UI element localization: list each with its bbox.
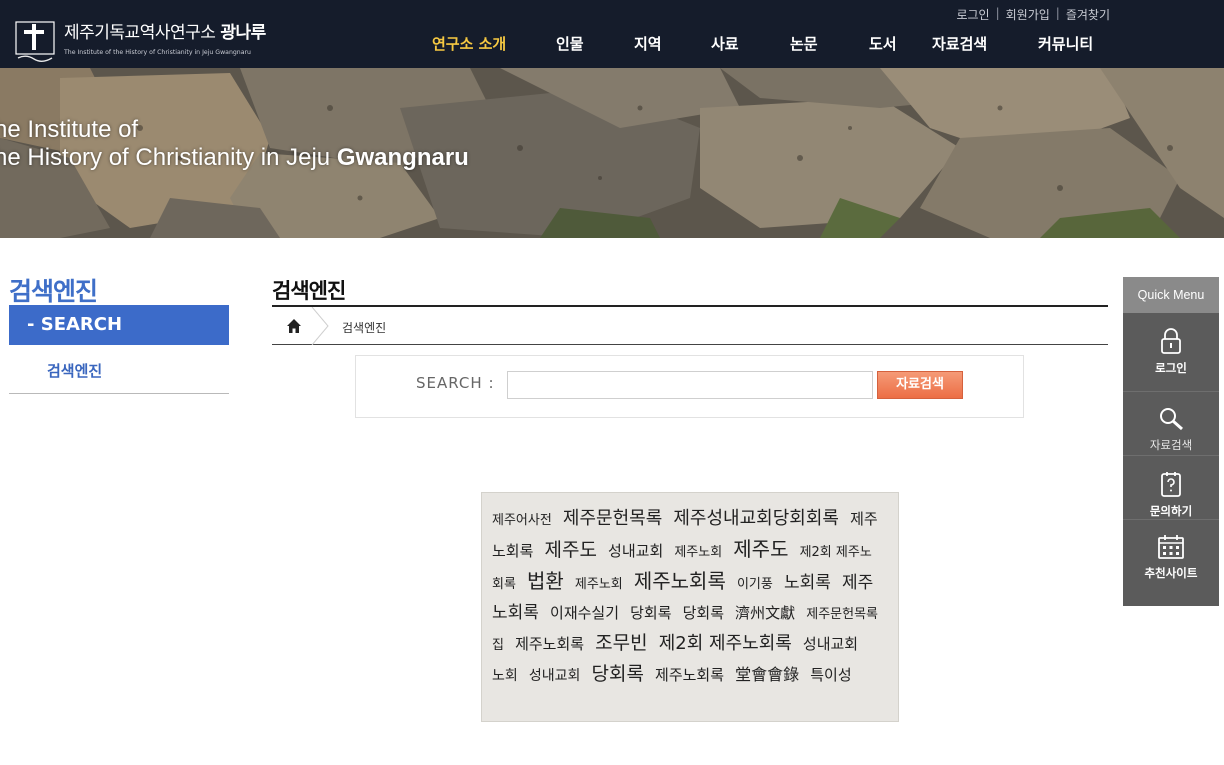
- tag-link[interactable]: 이재수실기: [550, 604, 619, 622]
- tag-cloud: 제주어사전 제주문헌목록 제주성내교회당회회록 제주노회록 제주도 성내교회 제…: [481, 492, 899, 722]
- tag-link[interactable]: 제주노회: [575, 577, 623, 592]
- search-button[interactable]: 자료검색: [877, 371, 963, 399]
- tag-link[interactable]: 조무빈: [595, 632, 647, 654]
- divider: |: [1055, 6, 1060, 20]
- tag-link[interactable]: 노회록: [784, 573, 831, 593]
- tag-link[interactable]: 성내교회: [529, 668, 581, 684]
- tag-link[interactable]: 제주문헌목록: [563, 508, 662, 529]
- tag-link[interactable]: 노회: [492, 668, 518, 684]
- breadcrumb: 검색엔진: [272, 305, 1108, 345]
- signup-link[interactable]: 회원가입: [1006, 6, 1050, 23]
- tag-link[interactable]: 제주도: [545, 539, 597, 561]
- tag-link[interactable]: 濟州文獻: [735, 604, 795, 622]
- tag-link[interactable]: 이기풍: [737, 577, 773, 592]
- tag-link[interactable]: 특이성: [810, 666, 851, 684]
- tag-link[interactable]: 성내교회: [608, 542, 663, 560]
- nav-community[interactable]: 커뮤니티: [1038, 33, 1093, 54]
- tag-link[interactable]: 법환: [527, 569, 564, 593]
- tag-link[interactable]: 제주도: [733, 537, 788, 561]
- quick-recommend[interactable]: 추천사이트: [1123, 519, 1219, 583]
- nav-region[interactable]: 지역: [634, 33, 711, 54]
- logo-subtitle: The Institute of the History of Christia…: [64, 49, 251, 56]
- tag-link[interactable]: 당회록: [591, 663, 643, 685]
- quick-inquiry-label: 문의하기: [1149, 504, 1193, 518]
- quick-login-label: 로그인: [1155, 361, 1187, 375]
- calendar-icon: [1158, 535, 1184, 559]
- nav-papers[interactable]: 논문: [790, 33, 869, 54]
- utility-links: 로그인 | 회원가입 | 즐겨찾기: [956, 6, 1110, 23]
- tag-link[interactable]: 堂會會錄: [735, 665, 799, 684]
- lnb-title: 검색엔진: [9, 277, 98, 306]
- banner-headline: he Institute of he History of Christiani…: [0, 116, 469, 171]
- logo-title: 제주기독교역사연구소 광나루: [64, 23, 266, 43]
- login-link[interactable]: 로그인: [956, 6, 989, 23]
- cross-logo-icon: [12, 18, 58, 64]
- nav-people[interactable]: 인물: [556, 33, 634, 54]
- tag-link[interactable]: 제2회 제주노회록: [659, 633, 792, 654]
- page-title: 검색엔진: [272, 279, 346, 303]
- lnb-item-search-engine[interactable]: 검색엔진: [9, 352, 229, 394]
- quick-inquiry[interactable]: 문의하기: [1123, 455, 1219, 519]
- search-input[interactable]: [507, 371, 873, 399]
- tag-link[interactable]: 당회록: [630, 604, 671, 622]
- quick-menu-title: Quick Menu: [1123, 277, 1219, 313]
- question-note-icon: [1161, 472, 1181, 497]
- home-icon[interactable]: [286, 318, 302, 334]
- search-label: SEARCH :: [416, 374, 495, 392]
- tag-link[interactable]: 당회록: [683, 604, 724, 622]
- lock-icon: [1161, 328, 1181, 354]
- nav-data-search[interactable]: 자료검색: [932, 33, 1038, 54]
- nav-records[interactable]: 사료: [711, 33, 790, 54]
- hero-banner: he Institute of he History of Christiani…: [0, 68, 1224, 238]
- nav-about[interactable]: 연구소 소개: [432, 33, 556, 54]
- site-header: 제주기독교역사연구소 광나루 The Institute of the Hist…: [0, 0, 1224, 68]
- tag-link[interactable]: 성내교회: [803, 635, 858, 653]
- tag-link[interactable]: 제주노회록: [634, 569, 726, 593]
- quick-login[interactable]: 로그인: [1123, 327, 1219, 391]
- tag-link[interactable]: 제주어사전: [492, 513, 552, 528]
- lnb-section-search[interactable]: - SEARCH: [9, 305, 229, 345]
- quick-search-label: 자료검색: [1149, 438, 1193, 452]
- nav-books[interactable]: 도서: [869, 33, 932, 54]
- divider: |: [995, 6, 1000, 20]
- tag-link[interactable]: 제주성내교회당회회록: [673, 508, 839, 529]
- tag-link[interactable]: 제주노회록: [655, 666, 724, 684]
- quick-search[interactable]: 자료검색: [1123, 391, 1219, 455]
- main-nav: 연구소 소개 인물 지역 사료 논문 도서 자료검색 커뮤니티: [432, 33, 1093, 54]
- search-icon: [1160, 408, 1183, 431]
- site-logo[interactable]: 제주기독교역사연구소 광나루 The Institute of the Hist…: [12, 18, 266, 64]
- breadcrumb-separator-icon: [311, 307, 329, 345]
- quick-recommend-label: 추천사이트: [1144, 566, 1198, 580]
- bookmark-link[interactable]: 즐겨찾기: [1066, 6, 1110, 23]
- breadcrumb-current: 검색엔진: [342, 321, 387, 335]
- tag-link[interactable]: 제주노회: [674, 545, 722, 560]
- search-panel: SEARCH : 자료검색: [355, 355, 1024, 418]
- tag-link[interactable]: 제주노회록: [515, 635, 584, 653]
- quick-menu: Quick Menu 로그인 자료검색 문의하기 추천사이트: [1123, 277, 1219, 606]
